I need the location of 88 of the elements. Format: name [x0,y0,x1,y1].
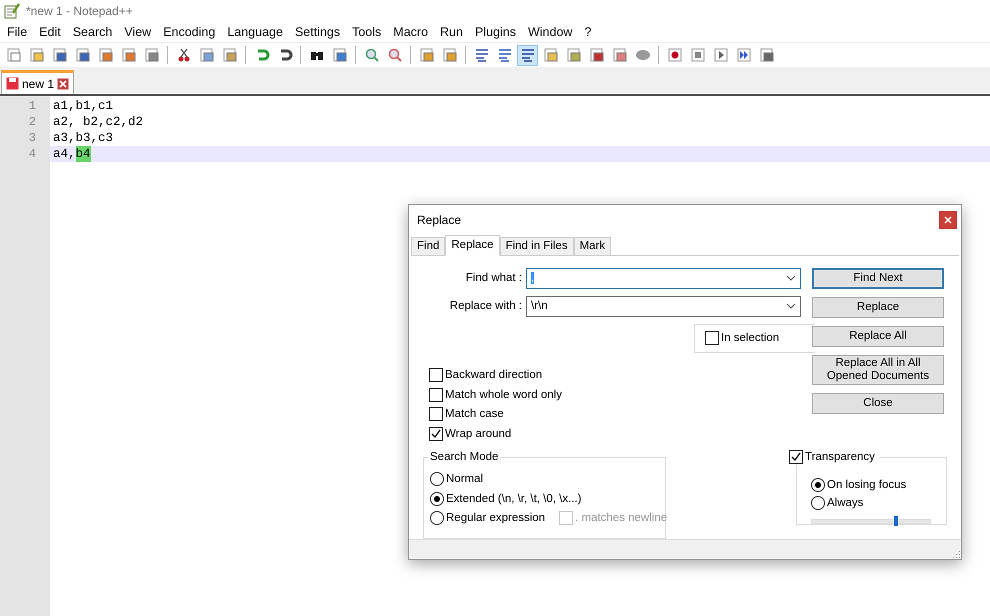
option-checkbox[interactable]: Match case [429,404,801,424]
folder-icon [28,47,44,63]
field-label: Find what : [466,272,522,284]
menu-item[interactable]: Encoding [158,25,222,39]
line-number: 3 [28,130,37,146]
menu-item[interactable]: Edit [34,25,68,39]
code-text: a3,b3,c3 [53,130,114,146]
menu-item[interactable]: ? [579,25,598,39]
menu-item[interactable]: Run [435,25,470,39]
document-icon [612,47,628,63]
menu-item[interactable]: Settings [290,25,348,39]
grid-icon [758,47,774,63]
combo-field[interactable]: \r\n [526,296,801,317]
code-text: a2, b2,c2,d2 [53,114,144,130]
dialog-tab[interactable]: Replace [445,234,500,256]
window-icon [442,47,458,63]
mode-radio[interactable]: Normal [430,470,484,490]
dialog-tab[interactable]: Mark [574,236,612,256]
option-checkbox[interactable]: Match whole word only [429,385,801,405]
close-all-icon [120,47,136,63]
indent-guide-icon [520,47,536,63]
save-icon [52,47,68,63]
wrap-icon [474,47,490,63]
check-icon [791,452,801,462]
menu-item[interactable]: Plugins [470,25,523,39]
menu-item[interactable]: File [2,25,34,39]
group-title: Search Mode [428,450,500,463]
chevron-down-icon [786,275,796,282]
option-checkbox[interactable]: Backward direction [429,366,801,386]
menu-item[interactable]: Search [68,25,120,39]
cut-icon [176,47,192,63]
slider-thumb[interactable] [894,516,898,526]
check-icon [431,428,441,439]
field-label: Replace with : [450,300,522,312]
transparency-radio[interactable]: On losing focus [811,476,946,494]
fast-forward-icon [736,47,752,63]
dialog-button[interactable]: Replace All [812,326,944,347]
close-icon [944,216,952,224]
option-checkbox[interactable]: Wrap around [429,424,801,444]
chevron-down-icon [786,303,796,310]
menu-item[interactable]: Tools [347,25,388,39]
notepad-icon [4,3,20,19]
zoom-out-icon [386,47,402,63]
close-file-icon [98,47,114,63]
line-number: 1 [28,98,37,114]
save-all-icon [74,47,90,63]
dialog-button[interactable]: Replace [812,296,944,318]
record-icon [666,47,682,63]
opacity-slider[interactable] [811,518,931,524]
play-icon [712,47,728,63]
menu-item[interactable]: View [119,25,158,39]
code-text: a4, [53,146,76,162]
menu-item[interactable]: Language [222,25,290,39]
toolbar-button[interactable] [517,44,538,66]
lines-icon [496,47,512,63]
dialog-title: Replace [417,212,462,227]
dialog-tab[interactable]: Find in Files [500,236,574,256]
line-number: 2 [28,114,37,130]
window-title: *new 1 - Notepad++ [26,4,133,18]
transparency-checkbox[interactable]: Transparency [789,450,879,464]
panel-icon [542,47,558,63]
close-icon[interactable] [57,78,70,90]
map-icon [566,47,582,63]
print-icon [144,47,160,63]
highlighted-text: b4 [76,146,91,162]
menu-item[interactable]: Window [522,25,580,39]
mode-radio[interactable]: Regular expression [430,508,546,528]
menu-item[interactable]: Macro [388,25,436,39]
mode-radio[interactable]: Extended (\n, \r, \t, \0, \x...) [430,489,582,509]
dialog-tab[interactable]: Find [411,236,446,256]
function-icon [588,47,604,63]
replace-icon [332,47,348,63]
cloud-icon [634,47,650,63]
paste-icon [222,47,238,63]
file-tab[interactable]: new 1 [1,70,74,94]
dialog-button[interactable]: Close [812,392,944,414]
resize-grip-icon[interactable] [951,549,961,559]
copy-icon [198,47,214,63]
stop-icon [690,47,706,63]
code-text: a1,b1,c1 [53,98,114,114]
new-file-icon [6,47,22,63]
transparency-radio[interactable]: Always [811,494,946,513]
window-icon [418,47,434,63]
line-number: 4 [28,146,37,162]
dialog-button[interactable]: Find Next [812,268,944,289]
dialog-button[interactable]: Replace All in All Opened Documents [812,354,944,385]
close-button[interactable] [939,210,957,229]
zoom-in-icon [364,47,380,63]
